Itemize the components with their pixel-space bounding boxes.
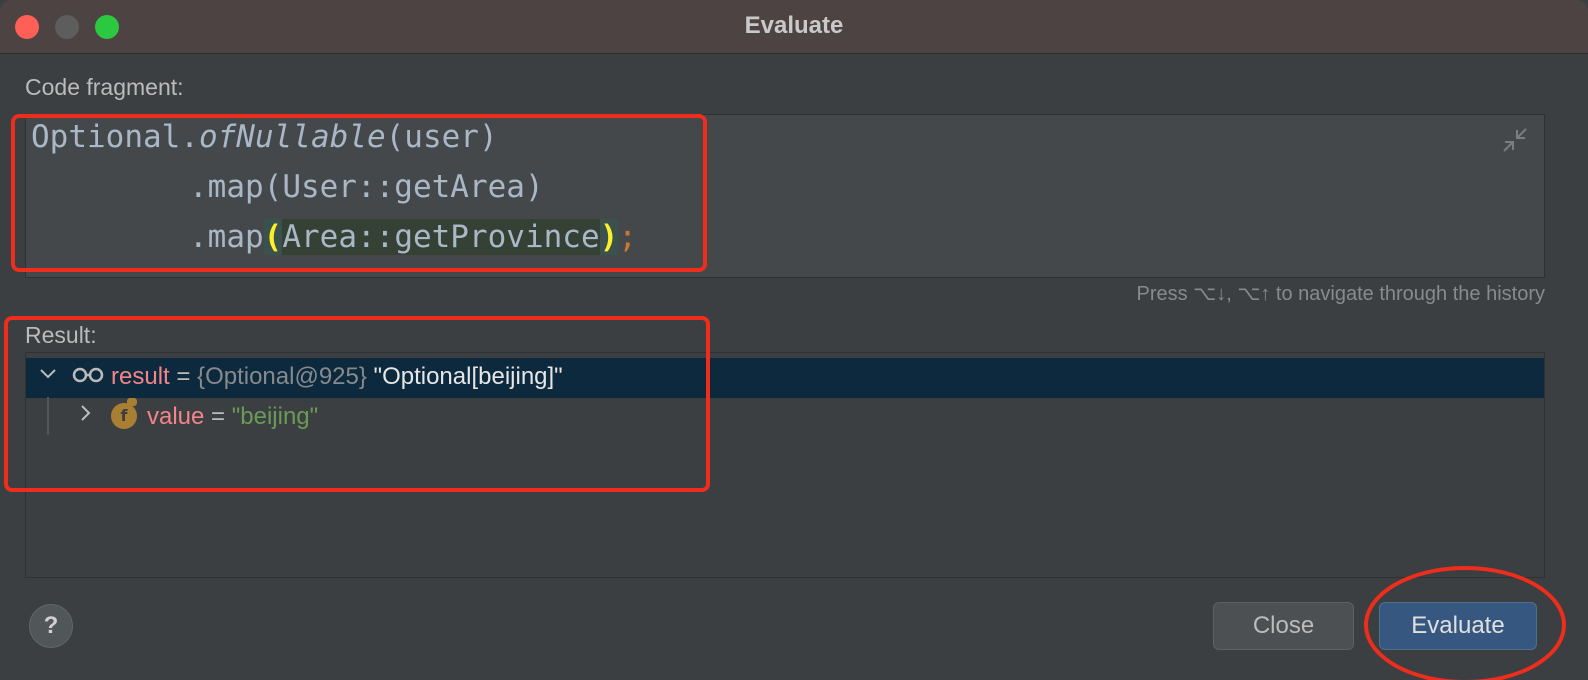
code-fragment-label: Code fragment: xyxy=(25,74,184,100)
annotation-highlight-result xyxy=(4,316,710,492)
close-button[interactable]: Close xyxy=(1213,602,1354,650)
title-bar: Evaluate xyxy=(0,0,1588,54)
window-title: Evaluate xyxy=(744,12,844,39)
evaluate-dialog: Evaluate Code fragment: Optional.ofNulla… xyxy=(0,0,1588,680)
history-hint: Press ⌥↓, ⌥↑ to navigate through the his… xyxy=(1136,283,1545,305)
help-button[interactable]: ? xyxy=(29,604,73,648)
collapse-icon[interactable] xyxy=(1500,127,1530,157)
annotation-highlight-code xyxy=(11,114,707,272)
annotation-circle-evaluate xyxy=(1364,566,1566,680)
